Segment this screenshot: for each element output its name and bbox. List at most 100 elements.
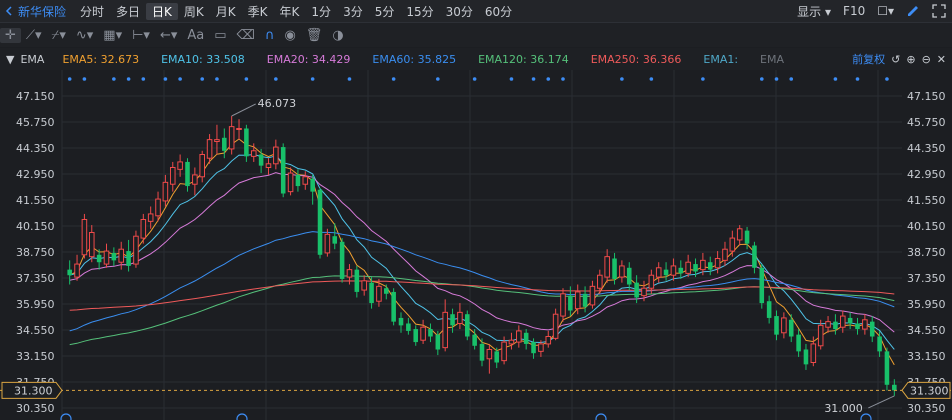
candle-body [597, 274, 603, 289]
ema5-label: EMA5: 32.673 [62, 52, 140, 66]
candle-body [287, 172, 294, 193]
candle-body [295, 174, 301, 187]
fullscreen-icon[interactable] [932, 4, 946, 18]
add-icon[interactable]: ⊕ [906, 53, 915, 66]
event-marker [126, 77, 131, 81]
polyline-icon[interactable]: ⌿▾ [47, 28, 71, 43]
close-icon[interactable]: ✕ [937, 53, 946, 66]
event-marker [163, 77, 168, 81]
toggle-icon[interactable]: ◑ [327, 28, 348, 43]
candle-body [177, 161, 183, 170]
pattern-icon[interactable]: ▦▾ [98, 28, 127, 43]
event-markers [67, 77, 889, 81]
time-marker [595, 413, 607, 420]
magnet-icon[interactable]: ∩ [260, 28, 280, 43]
candle-body [604, 256, 610, 278]
tab-quarterly-k[interactable]: 季K [242, 3, 274, 20]
event-marker [509, 77, 514, 81]
candle-body [228, 126, 235, 150]
candle-body [486, 349, 493, 360]
y-tick-label-left: 45.750 [16, 116, 55, 129]
trash-icon[interactable]: 🗑 [301, 28, 328, 43]
ema-label: EMA [760, 52, 785, 66]
candle-body [855, 323, 860, 330]
eye-icon[interactable]: ◉ [279, 28, 300, 43]
event-marker [310, 77, 315, 81]
candlestick-chart[interactable]: 47.150 45.750 44.350 42.950 41.550 40.150 38.7… [0, 70, 952, 420]
y-tick-label-right: 33.150 [907, 350, 946, 363]
y-tick-label-right: 47.150 [907, 90, 946, 103]
arrow-icon[interactable]: ←▾ [155, 28, 182, 43]
tab-daily-k[interactable]: 日K [146, 2, 178, 20]
candle-body [406, 323, 411, 331]
tab-monthly-k[interactable]: 月K [210, 3, 242, 20]
candle-body [869, 321, 875, 337]
candle-body [67, 269, 72, 276]
tab-30min[interactable]: 30分 [440, 3, 479, 20]
remove-icon[interactable]: ⊖ [922, 53, 931, 66]
stock-selector[interactable]: 新华保险 [0, 3, 74, 20]
measure-icon[interactable]: ⊢▾ [127, 28, 155, 43]
tab-weekly-k[interactable]: 周K [178, 3, 210, 20]
f10-button[interactable]: F10 [843, 4, 865, 18]
high-value-label: 46.073 [258, 97, 297, 110]
time-marker [236, 413, 248, 420]
candles [67, 116, 897, 396]
event-marker [472, 77, 477, 81]
event-marker [436, 77, 440, 81]
text-tool[interactable]: Aa [182, 28, 209, 43]
tab-multiday[interactable]: 多日 [110, 3, 146, 20]
tab-minute[interactable]: 分时 [74, 3, 110, 20]
tab-yearly-k[interactable]: 年K [274, 3, 306, 20]
candle-body [877, 336, 882, 352]
candle-body [655, 267, 662, 278]
undo-icon[interactable]: ↺ [891, 53, 900, 66]
line-icon[interactable]: ⟋▾ [21, 28, 47, 43]
y-tick-label-left: 37.350 [16, 272, 55, 285]
y-tick-label-right: 30.350 [907, 402, 946, 415]
event-marker [200, 77, 205, 81]
candle-body [317, 189, 323, 255]
candle-body [516, 330, 522, 343]
candle-body [626, 267, 632, 285]
checkbox-icon[interactable]: ☐▾ [877, 4, 894, 18]
crosshair-icon[interactable]: ✛ [0, 27, 21, 43]
candle-body [648, 274, 655, 289]
eraser-icon[interactable]: ⌫ [232, 28, 260, 43]
candle-body [258, 154, 264, 166]
display-menu[interactable]: 显示 ▾ [797, 3, 831, 20]
chevron-left-icon [5, 6, 12, 16]
adjust-button[interactable]: 前复权 [852, 51, 885, 67]
candle-body [324, 233, 331, 254]
candle-body [346, 269, 353, 278]
tab-3min[interactable]: 3分 [337, 3, 369, 20]
ema20-label: EMA20: 34.429 [266, 52, 351, 66]
y-tick-label-right: 42.950 [907, 168, 946, 181]
indicator-name[interactable]: EMA [20, 53, 44, 66]
candle-body [508, 339, 515, 345]
collapse-icon[interactable]: ▼ [6, 53, 14, 66]
y-tick-label-right: 37.350 [907, 272, 946, 285]
tab-60min[interactable]: 60分 [479, 3, 518, 20]
candle-body [766, 301, 772, 318]
pen-icon[interactable] [906, 4, 920, 18]
tab-15min[interactable]: 15分 [400, 3, 439, 20]
candle-body [265, 163, 272, 168]
event-marker [141, 77, 146, 81]
candle-body [384, 288, 389, 294]
tab-5min[interactable]: 5分 [369, 3, 401, 20]
candle-body [817, 324, 824, 347]
event-marker [82, 77, 87, 81]
tab-1min[interactable]: 1分 [305, 3, 337, 20]
current-price-label-left: 31.300 [14, 384, 53, 397]
candle-body [398, 317, 404, 326]
candle-body [464, 314, 470, 337]
candle-body [169, 167, 176, 185]
candle-body [310, 178, 315, 192]
candle-body [781, 317, 787, 334]
event-marker [701, 77, 705, 81]
chevron-down-icon: ▾ [825, 4, 832, 19]
wave-icon[interactable]: ∿▾ [71, 28, 98, 43]
candle-body [111, 252, 117, 261]
comment-icon[interactable]: ▭ [209, 28, 231, 43]
